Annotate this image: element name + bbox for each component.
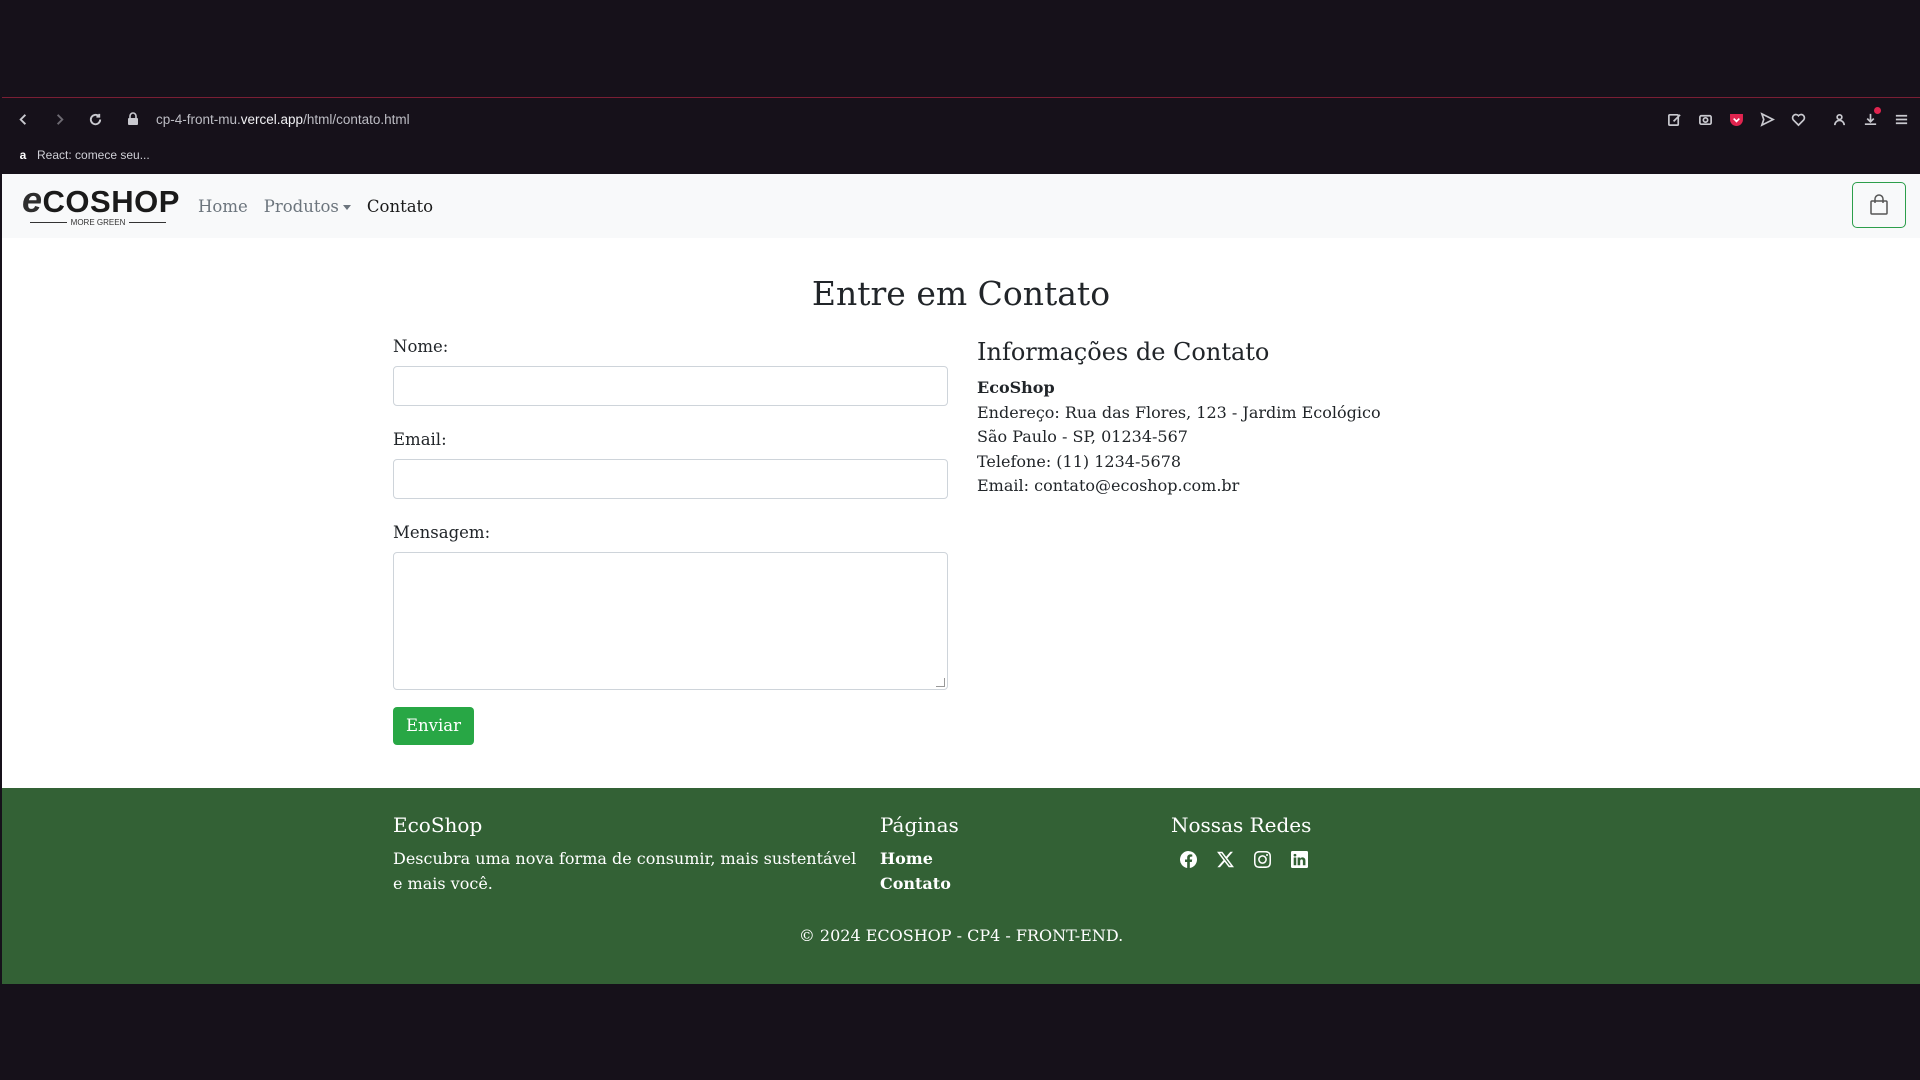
footer-pages-heading: Páginas [880,813,959,837]
x-link[interactable] [1217,851,1234,868]
city-text: São Paulo - SP, 01234-567 [977,427,1188,446]
contact-info: Informações de Contato EcoShop Endereço:… [977,338,1381,499]
browser-tools [1665,98,1910,140]
facebook-icon [1180,851,1197,868]
copyright-text: © 2024 ECOSHOP - CP4 - FRONT-END. [798,926,1124,945]
company-name: EcoShop [977,378,1055,397]
nav-link-produtos-label: Produtos [263,196,339,216]
account-button[interactable] [1830,110,1848,128]
screenshot-button[interactable] [1696,110,1714,128]
send-button[interactable]: Enviar [393,707,474,745]
bookmark-label: React: comece seu... [37,148,150,162]
nav-links: Home Produtos Contato [198,197,433,216]
footer-link-home[interactable]: Home [880,847,959,872]
main-content: Entre em Contato Nome: Email: Mensagem: … [2,238,1920,788]
downloads-button[interactable] [1861,107,1881,128]
footer-pages-col: Páginas Home Contato [880,813,959,896]
favorite-button[interactable] [1789,110,1807,128]
address-bar[interactable]: cp-4-front-mu.vercel.app/html/contato.ht… [156,112,410,127]
url-domain: vercel.app [240,111,304,127]
browser-toolbar: cp-4-front-mu.vercel.app/html/contato.ht… [2,98,1920,174]
pocket-icon [1729,113,1743,126]
chevron-right-icon [56,113,64,125]
heart-icon [1791,113,1805,126]
notification-dot [1874,107,1881,114]
footer-social-col: Nossas Redes [1171,813,1311,868]
menu-button[interactable] [1892,110,1910,128]
logo-tagline: MORE GREEN [70,218,126,227]
nav-link-contato[interactable]: Contato [367,197,433,216]
linkedin-link[interactable] [1291,851,1308,868]
footer-link-contato[interactable]: Contato [880,872,959,897]
url-path: /html/contato.html [303,111,410,127]
bookmark-item[interactable]: a React: comece seu... [16,148,150,162]
edit-tool-button[interactable] [1665,110,1683,128]
contact-form: Nome: Email: Mensagem: Enviar [393,337,948,745]
page-title: Entre em Contato [811,274,1111,313]
bookmarks-bar: a React: comece seu... [16,140,150,170]
address-text: Endereço: Rua das Flores, 123 - Jardim E… [977,402,1381,422]
lock-icon [128,112,138,125]
pocket-button[interactable] [1727,110,1745,128]
footer-brand-col: EcoShop Descubra uma nova forma de consu… [393,813,863,896]
footer-social-heading: Nossas Redes [1171,813,1312,837]
logo-tagline-row: MORE GREEN [26,218,170,227]
url-prefix: cp-4-front-mu. [156,111,241,127]
logo-wordmark: eCOSHOP [22,182,179,219]
contact-info-heading: Informações de Contato [977,338,1270,366]
send-button[interactable] [1758,110,1776,128]
reload-button[interactable] [78,102,112,136]
instagram-link[interactable] [1254,851,1271,868]
edit-icon [1667,113,1681,126]
ecoshop-logo[interactable]: eCOSHOP MORE GREEN [22,182,179,229]
reload-icon [89,113,101,125]
site-navbar: eCOSHOP MORE GREEN Home Produtos Contato [2,174,1920,238]
site-footer: EcoShop Descubra uma nova forma de consu… [2,788,1920,984]
name-input[interactable] [393,366,948,406]
message-label: Mensagem: [393,523,491,542]
phone-text: Telefone: (11) 1234-5678 [977,451,1182,471]
nav-link-produtos[interactable]: Produtos [264,197,351,216]
camera-icon [1698,114,1712,125]
logo-word: COSHOP [42,184,180,219]
email-text: Email: contato@ecoshop.com.br [977,476,1240,495]
email-input[interactable] [393,459,948,499]
social-links [1180,851,1311,868]
send-icon [1759,111,1775,127]
user-icon [1833,113,1845,125]
shopping-bag-icon [1870,194,1888,215]
email-label: Email: [393,430,447,449]
back-button[interactable] [6,102,40,136]
forward-button[interactable] [42,102,76,136]
browser-window: cp-4-front-mu.vercel.app/html/contato.ht… [2,97,1920,984]
footer-brand-text: Descubra uma nova forma de consumir, mai… [393,849,857,893]
x-icon [1217,851,1234,868]
cart-button[interactable] [1852,182,1906,228]
caret-down-icon [342,204,351,210]
chevron-left-icon [18,113,26,125]
logo-initial: e [22,179,43,220]
linkedin-icon [1291,851,1308,868]
address-row: cp-4-front-mu.vercel.app/html/contato.ht… [2,98,1920,140]
nav-link-home[interactable]: Home [198,197,248,216]
message-textarea[interactable] [393,552,948,690]
instagram-icon [1254,851,1271,868]
amazon-icon: a [19,148,27,162]
facebook-link[interactable] [1180,851,1197,868]
name-label: Nome: [393,337,449,356]
footer-brand-heading: EcoShop [393,813,483,837]
hamburger-icon [1895,114,1907,124]
